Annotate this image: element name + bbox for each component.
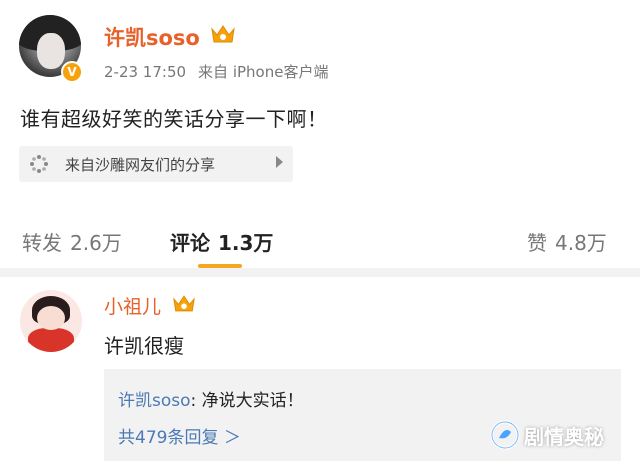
tab-comment[interactable]: 评论 1.3万 <box>170 227 273 256</box>
weibo-post-page: V 许凯soso 2-23 17:50 来自 iPhone客户端 谁有超级好笑的笑… <box>0 0 640 465</box>
avatar-body <box>28 328 74 352</box>
post-text: 谁有超级好笑的笑话分享一下啊！ <box>20 107 328 131</box>
reply-preview: 许凯soso: 净说大实话！ <box>118 386 304 411</box>
topic-chip[interactable]: 来自沙雕网友们的分享 <box>19 146 293 182</box>
like-count: 4.8万 <box>555 231 607 255</box>
watermark: 剧情奥秘 <box>490 418 604 452</box>
topic-chip-label: 来自沙雕网友们的分享 <box>65 156 216 174</box>
post-source: 来自 iPhone客户端 <box>198 63 329 81</box>
tab-repost[interactable]: 转发 2.6万 <box>22 227 122 256</box>
reply-username[interactable]: 许凯soso <box>118 391 191 411</box>
vip-crown-icon <box>173 295 195 312</box>
post-meta: 2-23 17:50 来自 iPhone客户端 <box>104 61 328 82</box>
repost-label: 转发 <box>22 231 62 255</box>
tab-like[interactable]: 赞 4.8万 <box>527 227 607 256</box>
commenter-username[interactable]: 小祖儿 <box>104 292 161 319</box>
poster-username[interactable]: 许凯soso <box>104 22 200 52</box>
watermark-logo-icon <box>490 420 520 450</box>
reply-count-link[interactable]: 共479条回复 ＞ <box>118 423 241 448</box>
like-label: 赞 <box>527 231 547 255</box>
topic-dots-icon <box>30 155 48 173</box>
commenter-avatar[interactable] <box>20 290 82 352</box>
avatar-face <box>37 306 65 330</box>
comment-text: 许凯很瘦 <box>104 334 184 358</box>
chevron-right-icon <box>276 156 283 168</box>
avatar-face <box>37 33 65 69</box>
repost-count: 2.6万 <box>70 231 122 255</box>
reply-text: : 净说大实话！ <box>190 391 304 411</box>
comment-label: 评论 <box>170 231 210 255</box>
watermark-text: 剧情奥秘 <box>524 424 604 449</box>
vip-crown-icon <box>211 25 235 43</box>
post-timestamp: 2-23 17:50 <box>104 63 187 81</box>
section-divider <box>0 268 640 277</box>
verified-v-icon: V <box>61 61 83 83</box>
comment-count: 1.3万 <box>218 231 274 255</box>
